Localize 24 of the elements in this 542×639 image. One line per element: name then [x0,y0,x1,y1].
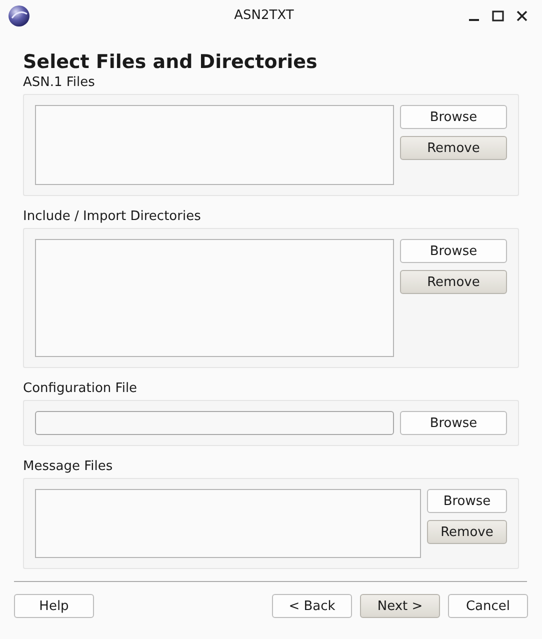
dialog-button[interactable]: Next > [360,594,440,618]
dialog-button[interactable]: Remove [400,270,507,294]
file-list[interactable] [35,489,421,558]
section-label: Include / Import Directories [23,208,202,226]
file-list[interactable] [35,105,394,185]
dialog-button[interactable]: Cancel [448,594,528,618]
section-label: ASN.1 Files [23,74,96,92]
dialog-button[interactable]: Browse [400,105,507,129]
dialog-button[interactable]: Browse [400,411,507,435]
dialog-button[interactable]: < Back [272,594,352,618]
input-field[interactable] [35,411,394,435]
page-heading: Select Files and Directories [23,50,318,74]
dialog-button[interactable]: Browse [427,489,507,513]
dialog-button[interactable]: Remove [427,520,507,544]
maximize-icon[interactable] [492,10,504,22]
file-list[interactable] [35,239,394,357]
globe-icon [8,4,30,26]
section-label: Configuration File [23,380,138,398]
close-icon[interactable] [516,10,528,22]
window-title: ASN2TXT [233,8,295,23]
dialog-button[interactable]: Remove [400,136,507,160]
dialog-button[interactable]: Browse [400,239,507,263]
dialog-button[interactable]: Help [14,594,94,618]
section-label: Message Files [23,458,114,476]
